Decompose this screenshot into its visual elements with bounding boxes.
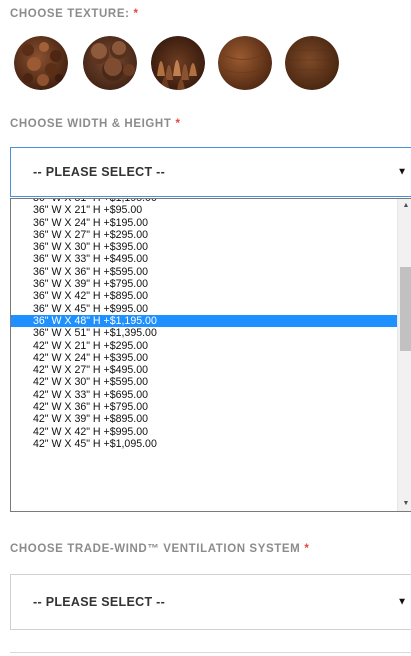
chevron-down-icon: ▼ xyxy=(397,166,407,178)
size-option[interactable]: 42" W X 42" H +$995.00 xyxy=(11,426,397,438)
texture-swatch-1[interactable] xyxy=(14,36,68,90)
size-options-list: 36" W X 51" H +$1,195.00 36" W X 21" H +$… xyxy=(11,199,397,450)
size-option[interactable]: 36" W X 48" H +$1,195.00 xyxy=(11,314,397,328)
size-select-value: -- PLEASE SELECT -- xyxy=(33,165,166,179)
chevron-down-icon: ▼ xyxy=(397,596,407,608)
texture-swatch-3[interactable] xyxy=(151,36,205,90)
section-divider xyxy=(10,652,411,653)
size-option[interactable]: 36" W X 39" H +$795.00 xyxy=(11,278,397,290)
size-option[interactable]: 36" W X 30" H +$395.00 xyxy=(11,241,397,253)
texture-swatch-2[interactable] xyxy=(83,36,137,90)
size-option[interactable]: 42" W X 45" H +$1,095.00 xyxy=(11,438,397,450)
ventilation-label-text: CHOOSE TRADE-WIND™ VENTILATION SYSTEM xyxy=(10,543,301,555)
texture-swatch-5[interactable] xyxy=(285,36,339,90)
size-label: CHOOSE WIDTH & HEIGHT * xyxy=(10,118,181,130)
scroll-down-arrow-icon[interactable]: ▼ xyxy=(398,497,411,511)
texture-swatches xyxy=(14,36,344,92)
size-option[interactable]: 42" W X 24" H +$395.00 xyxy=(11,352,397,364)
size-option[interactable]: 42" W X 36" H +$795.00 xyxy=(11,401,397,413)
texture-label: CHOOSE TEXTURE: * xyxy=(10,8,139,20)
size-label-text: CHOOSE WIDTH & HEIGHT xyxy=(10,118,172,130)
size-option[interactable]: 36" W X 33" H +$495.00 xyxy=(11,253,397,265)
size-option[interactable]: 36" W X 27" H +$295.00 xyxy=(11,229,397,241)
size-option[interactable]: 36" W X 36" H +$595.00 xyxy=(11,266,397,278)
ventilation-label: CHOOSE TRADE-WIND™ VENTILATION SYSTEM * xyxy=(10,543,309,555)
size-option[interactable]: 36" W X 24" H +$195.00 xyxy=(11,217,397,229)
texture-required-mark: * xyxy=(133,8,139,20)
size-option[interactable]: 36" W X 21" H +$95.00 xyxy=(11,204,397,216)
ventilation-required-mark: * xyxy=(304,543,310,555)
size-option[interactable]: 36" W X 51" H +$1,395.00 xyxy=(11,327,397,339)
size-options-listbox[interactable]: 36" W X 51" H +$1,195.00 36" W X 21" H +$… xyxy=(10,198,411,512)
size-select[interactable]: -- PLEASE SELECT -- ▼ xyxy=(10,147,411,197)
listbox-scrollbar[interactable]: ▲ ▼ xyxy=(397,199,411,511)
size-option[interactable]: 42" W X 27" H +$495.00 xyxy=(11,364,397,376)
ventilation-select[interactable]: -- PLEASE SELECT -- ▼ xyxy=(10,574,411,630)
size-option[interactable]: 42" W X 30" H +$595.00 xyxy=(11,376,397,388)
size-option[interactable]: 36" W X 42" H +$895.00 xyxy=(11,290,397,302)
scrollbar-thumb[interactable] xyxy=(400,267,411,351)
ventilation-select-value: -- PLEASE SELECT -- xyxy=(33,595,166,609)
size-option[interactable]: 42" W X 21" H +$295.00 xyxy=(11,340,397,352)
texture-label-text: CHOOSE TEXTURE: xyxy=(10,8,130,20)
size-required-mark: * xyxy=(175,118,181,130)
size-option[interactable]: 42" W X 39" H +$895.00 xyxy=(11,413,397,425)
size-option[interactable]: 42" W X 33" H +$695.00 xyxy=(11,389,397,401)
size-option[interactable]: 36" W X 45" H +$995.00 xyxy=(11,303,397,315)
texture-swatch-4[interactable] xyxy=(218,36,272,90)
scroll-up-arrow-icon[interactable]: ▲ xyxy=(398,199,411,213)
